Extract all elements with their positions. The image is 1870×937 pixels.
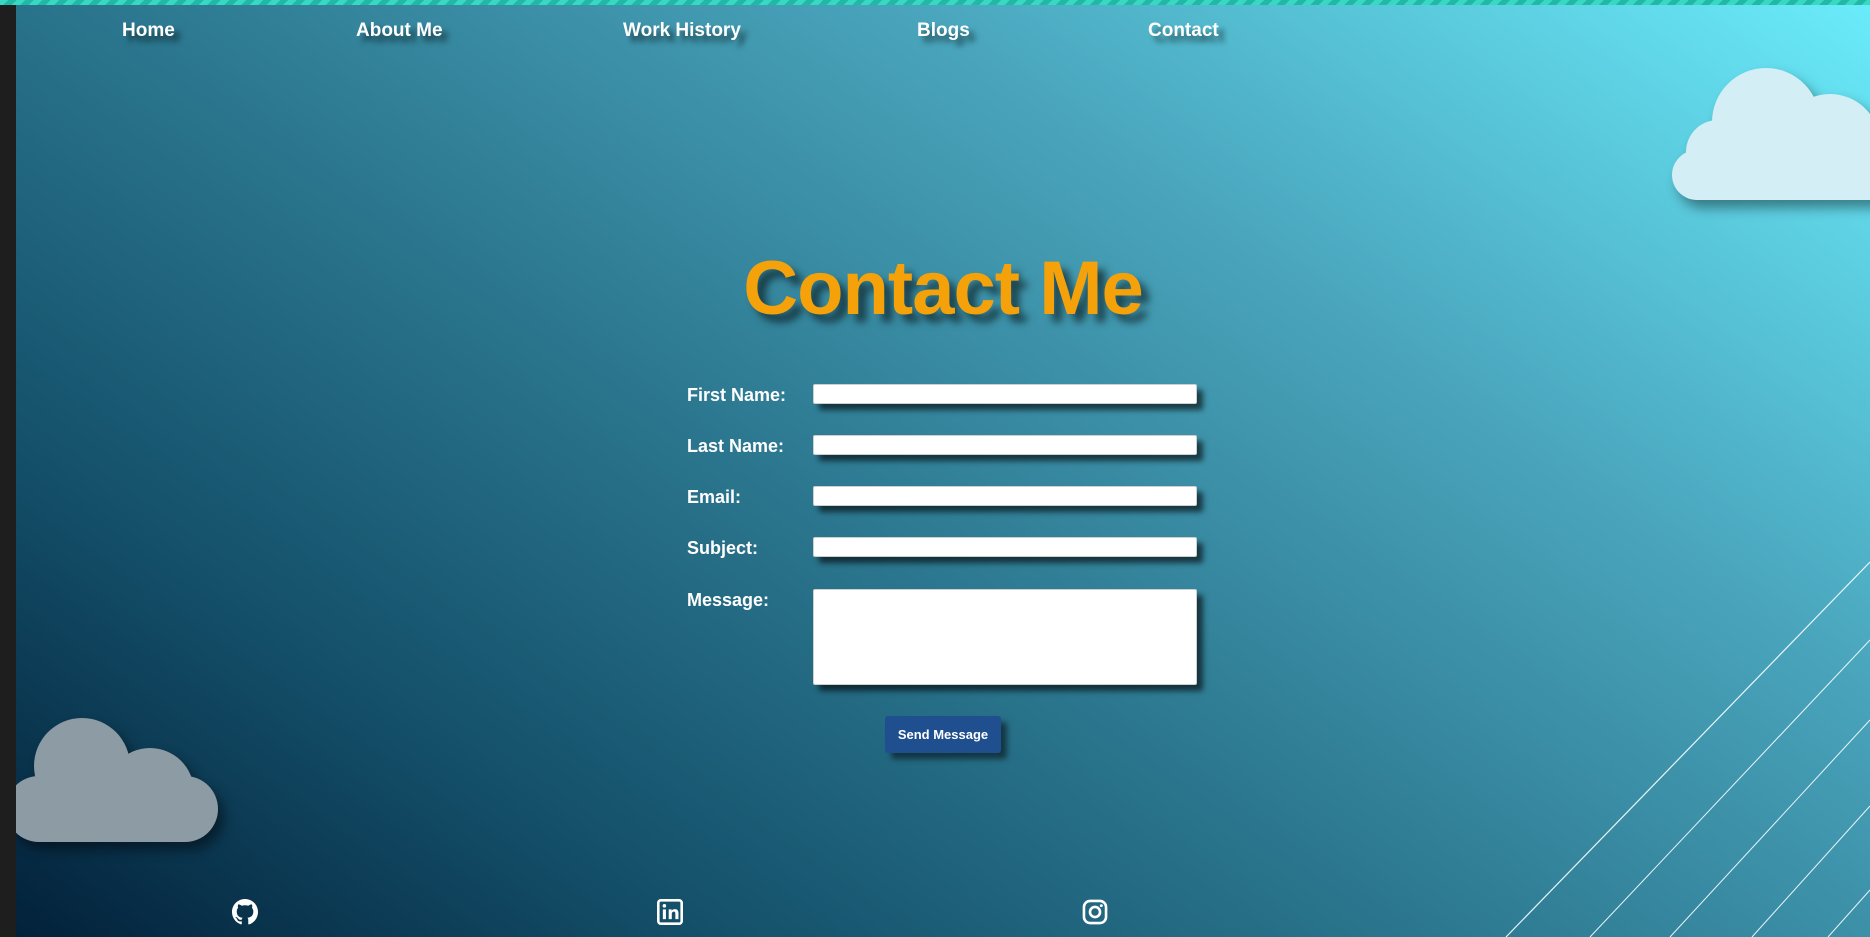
top-accent-stripe	[0, 0, 1870, 5]
cloud-decoration-right	[1672, 64, 1870, 204]
nav-link-contact[interactable]: Contact	[1148, 20, 1219, 42]
linkedin-icon[interactable]	[657, 899, 683, 925]
last-name-input[interactable]	[813, 435, 1197, 455]
last-name-label: Last Name:	[687, 436, 785, 456]
nav-link-blogs[interactable]: Blogs	[917, 20, 970, 42]
send-message-button[interactable]: Send Message	[885, 716, 1001, 753]
email-label: Email:	[687, 487, 742, 507]
nav-link-home[interactable]: Home	[122, 20, 175, 42]
email-input[interactable]	[813, 486, 1197, 506]
message-label: Message:	[687, 590, 770, 610]
instagram-icon[interactable]	[1082, 899, 1108, 925]
subject-label: Subject:	[687, 538, 759, 558]
diagonal-lines-decoration	[1505, 561, 1870, 937]
first-name-input[interactable]	[813, 384, 1197, 404]
github-icon[interactable]	[232, 899, 258, 925]
cloud-decoration-left	[16, 718, 226, 846]
nav-link-about-me[interactable]: About Me	[356, 20, 443, 42]
page-title: Contact Me	[743, 246, 1144, 331]
first-name-label: First Name:	[687, 385, 787, 405]
top-navigation: Home About Me Work History Blogs Contact	[16, 0, 1870, 60]
nav-link-work-history[interactable]: Work History	[623, 20, 741, 42]
message-textarea[interactable]	[813, 589, 1197, 685]
page-viewport: Home About Me Work History Blogs Contact…	[16, 0, 1870, 937]
subject-input[interactable]	[813, 537, 1197, 557]
